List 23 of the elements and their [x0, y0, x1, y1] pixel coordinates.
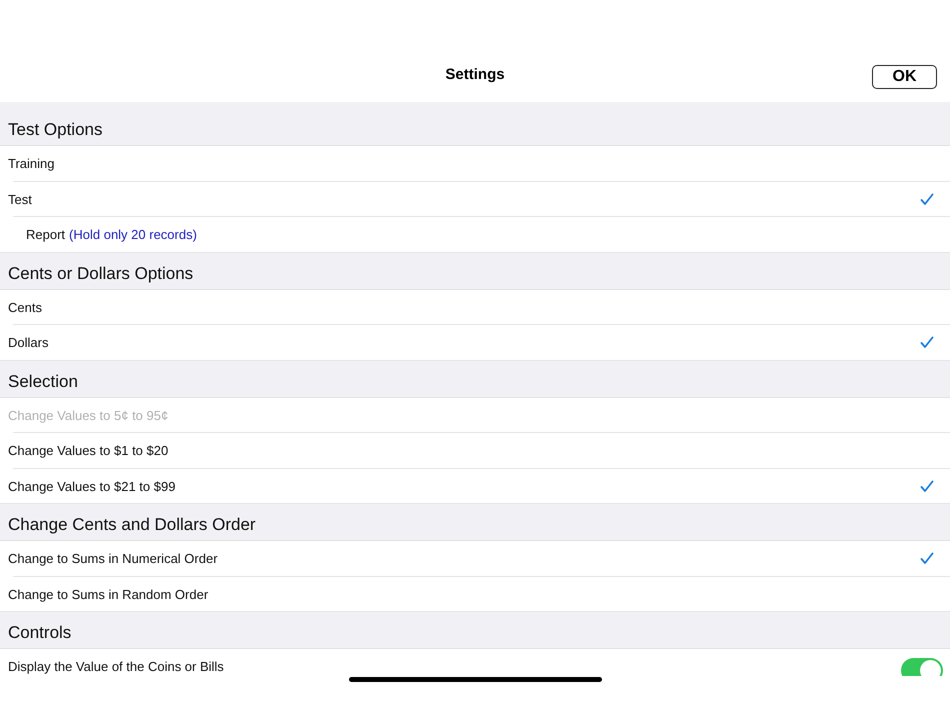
option-label[interactable]: Change to Sums in Random Order: [8, 586, 208, 602]
list-row[interactable]: Change Values to $21 to $99: [0, 468, 950, 504]
ok-button[interactable]: OK: [872, 65, 937, 89]
list-row[interactable]: Change to Sums in Random Order: [0, 576, 950, 612]
row-label[interactable]: Report: [26, 227, 66, 242]
list-row[interactable]: Training: [0, 146, 950, 182]
screen-title: Settings: [445, 66, 505, 83]
option-label[interactable]: Change Values to $1 to $20: [8, 443, 168, 458]
list-row[interactable]: Test: [0, 182, 950, 217]
option-label[interactable]: Test: [8, 192, 32, 207]
list-row[interactable]: Report (Hold only 20 records): [0, 217, 950, 252]
option-label[interactable]: Training: [8, 156, 54, 172]
list-row[interactable]: Dollars: [0, 325, 950, 360]
option-label: Display the Value of the Coins or Bills: [8, 659, 224, 674]
list-row[interactable]: Cents: [0, 290, 950, 325]
toggle-switch[interactable]: [901, 658, 943, 676]
report-note: (Hold only 20 records): [69, 227, 197, 242]
list-row[interactable]: Change Values to $1 to $20: [0, 433, 950, 468]
option-label[interactable]: Dollars: [8, 335, 48, 350]
option-label[interactable]: Change Values to $21 to $99: [8, 478, 176, 494]
list-row[interactable]: Change to Sums in Numerical Order: [0, 541, 950, 576]
option-label[interactable]: Cents: [8, 300, 42, 315]
option-label[interactable]: Change to Sums in Numerical Order: [8, 551, 218, 566]
